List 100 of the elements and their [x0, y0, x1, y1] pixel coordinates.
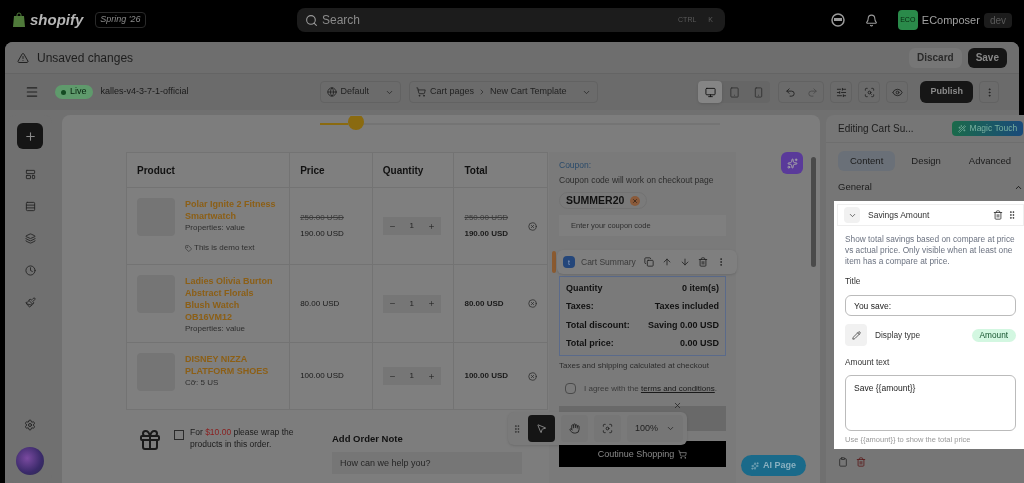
plus-icon[interactable]	[427, 372, 435, 380]
panel-tab[interactable]: Content	[838, 151, 896, 171]
quantity-stepper[interactable]: 1	[382, 367, 441, 385]
panel-title: Editing Cart Su...	[838, 122, 914, 136]
focus-icon[interactable]	[594, 415, 621, 442]
amount-text-area[interactable]: Save {{amount}}	[845, 374, 1017, 431]
hand-icon-glyph	[569, 423, 580, 434]
compare-total: 250.00 USD	[464, 212, 510, 224]
breadcrumb-item: Cart pages	[430, 85, 475, 99]
sliders-icon	[836, 86, 847, 98]
wand-icon	[957, 124, 966, 133]
locale-dropdown[interactable]: Default	[319, 81, 402, 103]
column-header: Quantity	[382, 163, 424, 178]
sections-icon-glyph	[24, 168, 36, 180]
element-name: Cart Summary	[581, 256, 636, 268]
chevron-down-icon	[666, 424, 676, 433]
menu-icon[interactable]	[25, 85, 39, 99]
add-icon[interactable]	[17, 123, 43, 149]
summary-label: Total discount:	[566, 319, 630, 331]
ai-page-button[interactable]: AI Page	[741, 455, 806, 476]
minus-icon[interactable]	[388, 300, 396, 307]
quantity-value: 1	[409, 370, 414, 382]
selection-marker	[552, 251, 556, 273]
sparkle-button[interactable]	[781, 152, 803, 174]
product-properties: Cỡ: 5 US	[185, 377, 220, 389]
magic-touch-button[interactable]: Magic Touch	[951, 121, 1024, 136]
plus-icon[interactable]	[427, 222, 435, 230]
discard-button[interactable]: Discard	[908, 47, 962, 68]
move-down-icon[interactable]	[679, 257, 690, 267]
cart-icon	[678, 449, 688, 459]
page-breadcrumb[interactable]: Cart pages New Cart Template	[409, 81, 599, 103]
breadcrumb-item: New Cart Template	[490, 85, 567, 99]
more-button[interactable]	[979, 81, 999, 103]
hand-icon[interactable]	[561, 415, 588, 442]
line-total: 100.00 USD	[464, 370, 510, 382]
remove-icon[interactable]	[528, 221, 537, 231]
edit-button[interactable]	[845, 324, 867, 347]
checkout-note: Taxes and shipping calculated at checkout	[559, 360, 710, 371]
delete-icon[interactable]	[993, 210, 1004, 220]
gift-wrap-text: For $10.00 please wrap the products in this order.	[190, 426, 295, 451]
terms-link[interactable]: terms and conditions	[640, 384, 715, 393]
redo-icon	[807, 86, 818, 98]
rows-icon-glyph	[24, 200, 36, 212]
clipboard-icon[interactable]	[838, 456, 848, 467]
duplicate-icon[interactable]	[643, 257, 654, 267]
sparkle-icon	[786, 157, 798, 169]
quantity-stepper[interactable]: 1	[382, 294, 441, 313]
publish-button[interactable]: Publish	[920, 81, 973, 103]
plus-icon[interactable]	[427, 300, 435, 307]
undo-icon	[785, 86, 796, 98]
save-button[interactable]: Save	[967, 47, 1007, 68]
remove-icon[interactable]	[528, 371, 537, 381]
pointer-icon[interactable]	[528, 415, 555, 442]
quantity-value: 1	[409, 220, 414, 232]
desktop-view-button[interactable]	[698, 81, 723, 103]
close-icon[interactable]	[673, 401, 683, 410]
gift-checkbox[interactable]	[174, 430, 184, 440]
summary-label: Quantity	[566, 282, 603, 294]
eye-icon	[892, 86, 903, 98]
panel-tab[interactable]: Advanced	[956, 151, 1024, 171]
inspect-button[interactable]	[858, 81, 881, 103]
brush-icon-glyph	[24, 296, 36, 308]
remove-icon[interactable]	[528, 299, 537, 308]
avatar-orb[interactable]	[16, 447, 44, 475]
warning-icon	[17, 51, 29, 64]
field-label: Title	[845, 275, 862, 288]
cart-icon	[416, 87, 427, 97]
settings-icon[interactable]	[24, 419, 36, 431]
section-header[interactable]: General	[826, 179, 1024, 195]
zoom-dropdown[interactable]: 100%	[627, 415, 684, 442]
product-properties: Properties: value	[185, 222, 247, 234]
column-header: Product	[137, 163, 175, 178]
layers-icon-glyph	[24, 232, 36, 244]
quantity-stepper[interactable]: 1	[382, 217, 441, 235]
order-note-field[interactable]: How can we help you?	[332, 452, 522, 475]
globe-icon	[326, 87, 337, 97]
summary-value: Saving 0.00 USD	[647, 319, 719, 331]
line-total: 80.00 USD	[464, 297, 505, 310]
tag-icon	[185, 244, 192, 252]
clock-icon-glyph	[24, 264, 36, 276]
bell-icon[interactable]	[864, 13, 878, 27]
tablet-icon	[729, 86, 740, 98]
title-input[interactable]: You save:	[845, 295, 1017, 317]
mask-icon[interactable]	[830, 13, 845, 27]
account-name[interactable]: EComposer	[921, 11, 980, 29]
remove-code-icon[interactable]	[630, 195, 641, 206]
settings-sliders-button[interactable]	[830, 81, 853, 103]
mobile-icon	[753, 86, 764, 98]
scan-search-icon	[864, 86, 875, 98]
field-label: Amount text	[845, 356, 891, 369]
field-label: Display type	[875, 329, 922, 342]
dev-badge: dev	[983, 12, 1012, 28]
move-up-icon[interactable]	[661, 257, 672, 267]
terms-checkbox[interactable]	[565, 383, 576, 394]
coupon-hint: Coupon code will work on checkout page	[559, 175, 715, 186]
preview-button[interactable]	[886, 81, 909, 103]
panel-tab[interactable]: Design	[899, 151, 953, 171]
grip-icon[interactable]	[512, 423, 522, 434]
summary-value: 0.00 USD	[679, 338, 719, 350]
coupon-label: Coupon:	[559, 160, 593, 171]
